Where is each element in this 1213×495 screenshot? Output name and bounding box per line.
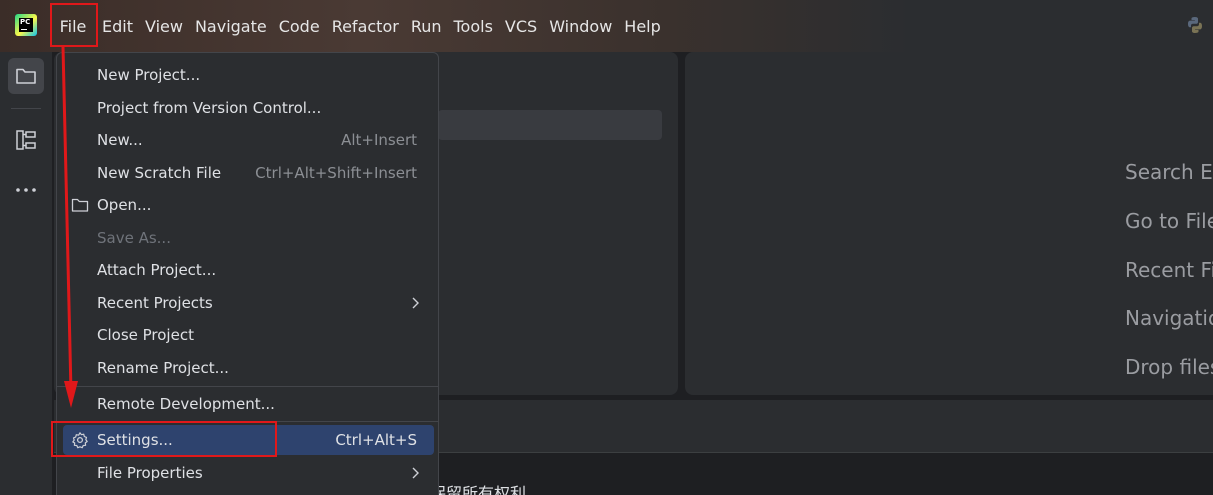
menu-item-rename-project[interactable]: Rename Project... bbox=[57, 353, 438, 383]
menu-item-project-from-vcs[interactable]: Project from Version Control... bbox=[57, 93, 438, 123]
hint-navigation-bar: Navigatio bbox=[1125, 306, 1213, 330]
menu-item-label: Save As... bbox=[97, 229, 171, 247]
ide-window: PC File Edit View Navigate Code Refactor… bbox=[0, 0, 1213, 495]
tool-window-strip bbox=[0, 52, 52, 495]
menu-item-label: Remote Development... bbox=[97, 395, 275, 413]
menu-item-label: Attach Project... bbox=[97, 261, 217, 279]
menu-navigate[interactable]: Navigate bbox=[195, 17, 267, 36]
menu-item-label: Open... bbox=[97, 196, 152, 214]
menu-item-save-as: Save As... bbox=[57, 223, 438, 253]
menu-item-shortcut: Alt+Insert bbox=[341, 131, 417, 149]
strip-divider bbox=[11, 108, 41, 109]
logo-text: PC bbox=[20, 18, 31, 26]
menu-vcs[interactable]: VCS bbox=[505, 17, 537, 36]
menu-item-file-properties[interactable]: File Properties bbox=[57, 458, 438, 488]
search-field[interactable] bbox=[438, 110, 662, 140]
menu-item-shortcut: Ctrl+Alt+S bbox=[335, 431, 417, 449]
more-tools-button[interactable] bbox=[8, 172, 44, 208]
menu-code[interactable]: Code bbox=[279, 17, 320, 36]
hint-go-to-file: Go to File bbox=[1125, 209, 1213, 233]
menu-item-open[interactable]: Open... bbox=[57, 190, 438, 220]
menu-item-label: Close Project bbox=[97, 326, 194, 344]
menu-item-label: New Project... bbox=[97, 66, 201, 84]
menu-item-close-project[interactable]: Close Project bbox=[57, 320, 438, 350]
more-icon bbox=[16, 188, 36, 192]
structure-tool-button[interactable] bbox=[8, 122, 44, 158]
hint-recent-files: Recent Fi bbox=[1125, 258, 1213, 282]
chevron-right-icon bbox=[412, 297, 419, 309]
pycharm-logo-icon: PC bbox=[15, 14, 37, 36]
main-menu: File Edit View Navigate Code Refactor Ru… bbox=[53, 0, 673, 52]
menu-item-remote-development[interactable]: Remote Development... bbox=[57, 389, 438, 419]
menu-help[interactable]: Help bbox=[624, 17, 660, 36]
project-tool-button[interactable] bbox=[8, 58, 44, 94]
menu-item-label: Rename Project... bbox=[97, 359, 229, 377]
hint-drop-files: Drop files bbox=[1125, 355, 1213, 379]
folder-icon bbox=[16, 68, 36, 84]
menu-item-new-project[interactable]: New Project... bbox=[57, 60, 438, 90]
menu-item-label: Recent Projects bbox=[97, 294, 213, 312]
menu-edit[interactable]: Edit bbox=[102, 17, 133, 36]
menu-bar: PC File Edit View Navigate Code Refactor… bbox=[0, 0, 1213, 52]
annotation-box-file bbox=[50, 3, 98, 47]
folder-icon bbox=[71, 198, 89, 212]
menu-item-new[interactable]: New... Alt+Insert bbox=[57, 125, 438, 155]
menu-refactor[interactable]: Refactor bbox=[332, 17, 399, 36]
menu-item-label: Project from Version Control... bbox=[97, 99, 322, 117]
menu-item-attach-project[interactable]: Attach Project... bbox=[57, 255, 438, 285]
menu-run[interactable]: Run bbox=[411, 17, 442, 36]
menu-item-label: New... bbox=[97, 131, 143, 149]
footer-text: 保留所有权利 bbox=[430, 484, 527, 495]
chevron-right-icon bbox=[412, 467, 419, 479]
menu-item-new-scratch-file[interactable]: New Scratch File Ctrl+Alt+Shift+Insert bbox=[57, 158, 438, 188]
annotation-box-settings bbox=[51, 421, 277, 457]
structure-icon bbox=[16, 130, 36, 150]
menu-item-label: New Scratch File bbox=[97, 164, 222, 182]
menu-item-label: File Properties bbox=[97, 464, 203, 482]
python-icon[interactable] bbox=[1186, 16, 1204, 34]
menu-separator bbox=[57, 386, 438, 387]
menu-tools[interactable]: Tools bbox=[454, 17, 493, 36]
hint-search-everywhere: Search Ev bbox=[1125, 160, 1213, 184]
menu-view[interactable]: View bbox=[145, 17, 183, 36]
menu-window[interactable]: Window bbox=[549, 17, 612, 36]
menu-item-recent-projects[interactable]: Recent Projects bbox=[57, 288, 438, 318]
menu-item-shortcut: Ctrl+Alt+Shift+Insert bbox=[255, 164, 417, 182]
